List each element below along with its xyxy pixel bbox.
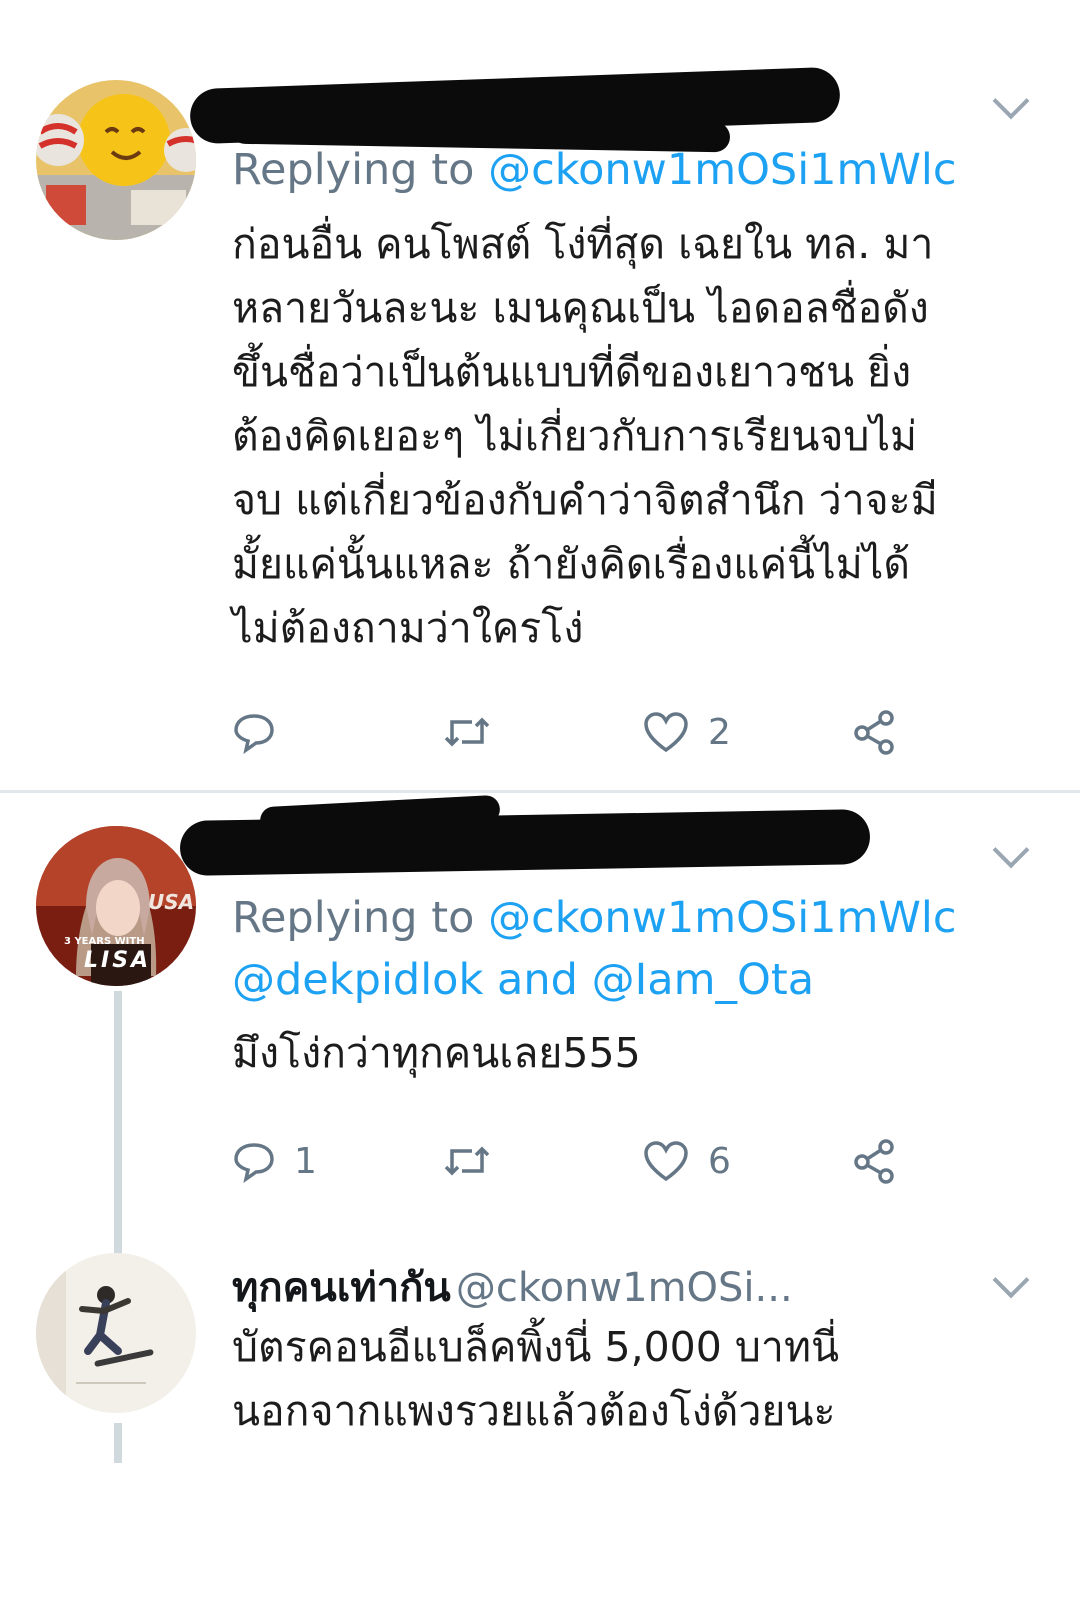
avatar-badge-text: USA	[148, 890, 195, 914]
thread-connector	[114, 991, 122, 1261]
text-line: ต้องคิดเยอะๆ ไม่เกี่ยวกับการเรียนจบไม่	[232, 412, 918, 460]
tweet-3[interactable]: ทุกคนเท่ากัน @ckonw1mOSi... บัตรคอนอีแบล…	[0, 1233, 1080, 1503]
share-icon	[854, 1139, 894, 1184]
tweet-2[interactable]: USA 3 YEARS WITH LISA Replying to @ckonw…	[0, 793, 1080, 1261]
text-line: นอกจากแพงรวยแล้วต้องโง่ด้วยนะ	[232, 1387, 836, 1435]
tweet-text: บัตรคอนอีแบล็คพิ้งนี่ 5,000 บาทนี่ นอกจา…	[232, 1315, 839, 1443]
avatar-image	[36, 80, 196, 240]
display-name[interactable]: ทุกคนเท่ากัน	[232, 1265, 451, 1311]
retweet-icon	[444, 717, 490, 747]
text-line: ก่อนอื่น คนโพสต์ โง่ที่สุด เฉยใน ทล. มา	[232, 220, 934, 268]
heart-icon	[644, 712, 688, 753]
tweet-text: ก่อนอื่น คนโพสต์ โง่ที่สุด เฉยใน ทล. มา …	[232, 212, 938, 660]
replying-handles-link[interactable]: @dekpidlok and @Iam_Ota	[232, 955, 814, 1005]
reply-icon	[234, 1143, 274, 1183]
like-count: 6	[708, 1140, 731, 1182]
replying-to: Replying to @ckonw1mOSi1mWlc	[232, 145, 957, 195]
replying-to: Replying to @ckonw1mOSi1mWlc	[232, 893, 957, 943]
share-icon	[854, 710, 894, 755]
avatar-image	[36, 1253, 196, 1413]
text-line: จบ แต่เกี่ยวข้องกับคำว่าจิตสำนึก ว่าจะมี	[232, 476, 938, 524]
reply-icon	[234, 714, 274, 754]
avatar-caption-name: LISA	[84, 948, 152, 973]
text-line: บัตรคอนอีแบล็คพิ้งนี่ 5,000 บาทนี่	[232, 1323, 839, 1371]
avatar[interactable]: USA 3 YEARS WITH LISA	[36, 826, 196, 986]
avatar[interactable]	[36, 80, 196, 240]
like-button[interactable]: 6	[642, 1131, 731, 1191]
avatar[interactable]	[36, 1253, 196, 1413]
share-button[interactable]	[852, 1131, 898, 1191]
replying-prefix: Replying to	[232, 145, 475, 195]
text-line: ขึ้นชื่อว่าเป็นต้นแบบที่ดีของเยาวชน ยิ่ง	[232, 348, 912, 396]
retweet-button[interactable]	[442, 1131, 492, 1191]
heart-icon	[644, 1141, 688, 1182]
action-bar: 2	[232, 702, 952, 762]
thread-connector	[114, 1423, 122, 1463]
text-line: มึงโง่กว่าทุกคนเลย555	[232, 1029, 641, 1077]
text-line: ไม่ต้องถามว่าใครโง่	[232, 604, 584, 652]
avatar-caption: 3 YEARS WITH	[64, 936, 145, 947]
replying-handle-link[interactable]: @ckonw1mOSi1mWlc	[488, 145, 956, 195]
replying-prefix: Replying to	[232, 893, 475, 943]
user-handle[interactable]: @ckonw1mOSi...	[456, 1265, 793, 1311]
author-row[interactable]: ทุกคนเท่ากัน @ckonw1mOSi...	[232, 1255, 793, 1319]
like-button[interactable]: 2	[642, 702, 731, 762]
retweet-button[interactable]	[442, 702, 492, 762]
replying-handle-link[interactable]: @ckonw1mOSi1mWlc	[488, 893, 956, 943]
reply-button[interactable]	[232, 702, 294, 762]
reply-button[interactable]: 1	[232, 1131, 317, 1191]
action-bar: 1 6	[232, 1131, 952, 1191]
chevron-down-icon[interactable]	[992, 1261, 1030, 1299]
share-button[interactable]	[852, 702, 898, 762]
tweet-text: มึงโง่กว่าทุกคนเลย555	[232, 1021, 641, 1085]
text-line: มั้ยแค่นั้นแหละ ถ้ายังคิดเรื่องแค่นี้ไม่…	[232, 540, 910, 588]
text-line: หลายวันละนะ เมนคุณเป็น ไอดอลชื่อดัง	[232, 284, 929, 332]
replying-to-line2[interactable]: @dekpidlok and @Iam_Ota	[232, 955, 814, 1005]
retweet-icon	[444, 1146, 490, 1176]
chevron-down-icon[interactable]	[992, 831, 1030, 869]
like-count: 2	[708, 711, 731, 753]
chevron-down-icon[interactable]	[992, 82, 1030, 120]
reply-count: 1	[294, 1140, 317, 1182]
tweet-1[interactable]: Replying to @ckonw1mOSi1mWlc ก่อนอื่น คน…	[0, 0, 1080, 790]
